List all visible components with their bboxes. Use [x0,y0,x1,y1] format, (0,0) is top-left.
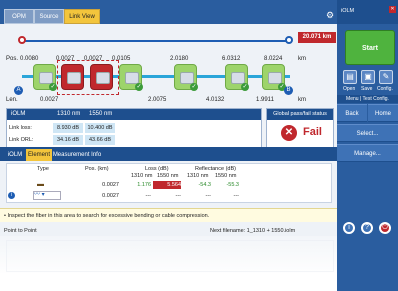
help-icon[interactable]: ? [361,222,373,234]
type-dropdown[interactable]: 〰 ▾ [33,191,61,200]
pos-label: Pos. [6,56,19,62]
position-value: 6.0312 [222,56,241,62]
position-value: 0.0080 [20,56,39,62]
menu-bar[interactable]: Menu | Test Config. [337,95,398,103]
length-value: 4.0132 [206,97,225,103]
col-loss-1310: 1310 nm [131,173,153,179]
element-table: Type Pos. (km) Loss (dB) Reflectance (dB… [6,163,332,203]
col-refl-1310: 1310 nm [187,173,209,179]
tab-element[interactable]: Element [26,149,52,161]
marker-b-icon[interactable] [285,36,293,44]
info-icon: i [8,192,15,199]
col-loss-1550: 1550 nm [157,173,179,179]
save-label: Save [361,86,373,92]
summary-row-label: Link ORL: [9,137,34,143]
power-icon[interactable]: ⏻ [379,222,391,234]
right-panel: iOLM ✕ Start ▤ ▣ ✎ Open Save Config. Men… [337,0,398,291]
element-position: 0.0027 [102,193,119,199]
len-unit: km [298,97,306,103]
splice-element[interactable]: ✓ [225,64,249,91]
len-label: Len. [6,97,18,103]
select-button[interactable]: Select... [337,124,398,142]
splice-element[interactable]: ✓ [119,64,143,91]
tab-bar: OPM Source Link View [0,0,337,24]
summary-header: iOLM 1310 nm 1550 nm [7,109,261,120]
summary-col2: 1550 nm [89,111,113,117]
col-reflectance: Reflectance (dB) [195,166,236,172]
element-loss: 1.176 [137,182,151,188]
element-loss: --- [175,193,182,199]
position-value: 2.0180 [170,56,189,62]
status-bar: Point to Point Next filename: 1_1310 + 1… [0,226,337,236]
diagnostic-message: • Inspect the fiber in this area to sear… [0,208,337,222]
connector-element[interactable]: ✓ [33,64,57,91]
summary-row-label: Link loss: [9,125,32,131]
splice-element[interactable]: ✓ [174,64,198,91]
home-button[interactable]: Home [368,104,398,122]
pos-unit: km [298,56,306,62]
back-button[interactable]: Back [337,104,367,122]
element-reflectance: --- [205,193,212,199]
end-a-icon: A [14,86,23,95]
fail-status: Fail [303,126,322,138]
distance-badge: 20.071 km [298,32,336,43]
start-button[interactable]: Start [345,30,395,65]
element-reflectance: -54.3 [198,182,211,188]
tab-link-view[interactable]: Link View [64,9,100,24]
connector-type-icon: ▬ [37,181,44,188]
right-panel-header: iOLM ✕ [337,0,398,24]
col-refl-1550: 1550 nm [215,173,237,179]
open-label: Open [343,86,356,92]
col-type: Type [37,166,49,172]
pass-fail-panel: Global pass/fail status ✕ Fail [266,108,334,148]
gear-icon[interactable]: ⚙ [325,10,335,20]
element-loss: --- [145,193,152,199]
marker-a-icon[interactable] [18,36,26,44]
element-reflectance: --- [233,193,240,199]
config-label: Config. [377,86,393,92]
tab-opm[interactable]: OPM [4,9,34,24]
distance-scale [20,40,290,42]
summary-value: 10.400 dB [85,123,115,133]
summary-value: 43.66 dB [85,135,115,145]
status-mode: Point to Point [4,228,37,234]
open-icon[interactable]: ▤ [343,70,357,84]
tab-measurement-info[interactable]: Measurement Info [52,149,102,161]
connector-element[interactable]: ✓ [262,64,286,91]
screen-reflection [0,236,337,291]
col-pos: Pos. (km) [85,166,109,172]
tab-iolm[interactable]: iOLM [4,149,26,161]
manage-button[interactable]: Manage... [337,144,398,162]
connector-element-fail[interactable] [90,64,113,90]
element-reflectance: -55.3 [226,182,239,188]
summary-value: 8.930 dB [53,123,83,133]
close-icon[interactable]: ✕ [389,6,396,13]
x-icon: ✕ [281,125,297,141]
save-icon[interactable]: ▣ [361,70,375,84]
info-icon[interactable]: i [343,222,355,234]
connector-element-fail[interactable] [61,64,84,90]
position-value: 8.0224 [264,56,283,62]
bottom-tab-bar: iOLM Element Measurement Info [0,147,337,161]
config-icon[interactable]: ✎ [379,70,393,84]
col-loss: Loss (dB) [145,166,169,172]
summary-value: 34.16 dB [53,135,83,145]
end-b-icon: B [284,86,293,95]
summary-col1: 1310 nm [57,111,81,117]
element-loss-fail: 5.564 [153,181,181,189]
summary-table: iOLM 1310 nm 1550 nm Link loss: 8.930 dB… [6,108,262,148]
summary-title: iOLM [11,111,26,117]
right-panel-title: iOLM [341,8,355,14]
element-position: 0.0027 [102,182,119,188]
pass-fail-title: Global pass/fail status [267,109,333,120]
length-value: 0.0027 [40,97,59,103]
length-value: 2.0075 [148,97,167,103]
tab-source[interactable]: Source [34,9,64,24]
next-filename: Next filename: 1_1310 + 1550.iolm [210,228,296,234]
length-value: 1.9911 [256,97,274,103]
